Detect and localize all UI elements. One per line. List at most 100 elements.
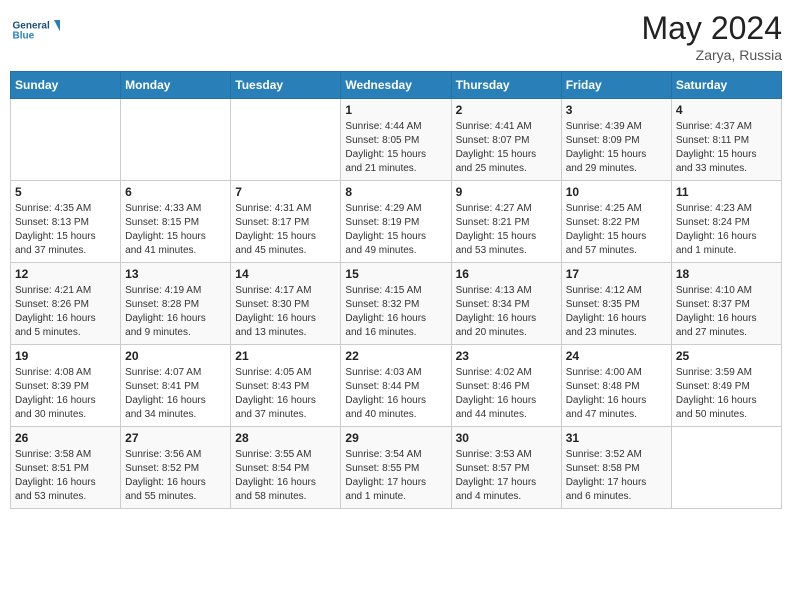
calendar-cell: 15 Sunrise: 4:15 AMSunset: 8:32 PMDayligh… — [341, 263, 451, 345]
day-info: Sunrise: 3:56 AMSunset: 8:52 PMDaylight:… — [125, 448, 226, 504]
calendar-cell: 9Sunrise: 4:27 AMSunset: 8:21 PMDaylight… — [451, 181, 561, 263]
day-number: 24 — [566, 349, 667, 363]
calendar-cell: 23 Sunrise: 4:02 AMSunset: 8:46 PMDayligh… — [451, 345, 561, 427]
calendar-cell: 3Sunrise: 4:39 AMSunset: 8:09 PMDaylight… — [561, 99, 671, 181]
day-number: 13 — [125, 267, 226, 281]
day-header-tuesday: Tuesday — [231, 72, 341, 99]
calendar-cell: 29 Sunrise: 3:54 AMSunset: 8:55 PMDayligh… — [341, 427, 451, 509]
day-number: 7 — [235, 185, 336, 199]
calendar-week-5: 26Sunrise: 3:58 AMSunset: 8:51 PMDayligh… — [11, 427, 782, 509]
svg-text:General: General — [13, 21, 50, 32]
logo-svg: General Blue — [10, 10, 60, 50]
calendar-cell: 31 Sunrise: 3:52 AMSunset: 8:58 PMDayligh… — [561, 427, 671, 509]
day-info: Sunrise: 4:21 AMSunset: 8:26 PMDaylight:… — [15, 284, 116, 340]
calendar-week-1: 1Sunrise: 4:44 AMSunset: 8:05 PMDaylight… — [11, 99, 782, 181]
day-number: 31 — [566, 431, 667, 445]
calendar-cell: 30 Sunrise: 3:53 AMSunset: 8:57 PMDayligh… — [451, 427, 561, 509]
day-info: Sunrise: 4:25 AMSunset: 8:22 PMDaylight:… — [566, 202, 667, 258]
calendar-cell — [121, 99, 231, 181]
calendar-cell: 17 Sunrise: 4:12 AMSunset: 8:35 PMDayligh… — [561, 263, 671, 345]
day-info: Sunrise: 4:31 AMSunset: 8:17 PMDaylight:… — [235, 202, 336, 258]
calendar-cell: 28 Sunrise: 3:55 AMSunset: 8:54 PMDayligh… — [231, 427, 341, 509]
calendar-cell: 2Sunrise: 4:41 AMSunset: 8:07 PMDaylight… — [451, 99, 561, 181]
calendar-cell: 26Sunrise: 3:58 AMSunset: 8:51 PMDayligh… — [11, 427, 121, 509]
calendar-cell — [231, 99, 341, 181]
day-number: 12 — [15, 267, 116, 281]
day-info: Sunrise: 4:05 AMSunset: 8:43 PMDaylight:… — [235, 366, 336, 422]
day-info: Sunrise: 4:08 AMSunset: 8:39 PMDaylight:… — [15, 366, 116, 422]
day-info: Sunrise: 4:03 AMSunset: 8:44 PMDaylight:… — [345, 366, 446, 422]
day-info: Sunrise: 3:53 AMSunset: 8:57 PMDaylight:… — [456, 448, 557, 504]
day-info: Sunrise: 4:44 AMSunset: 8:05 PMDaylight:… — [345, 120, 446, 176]
calendar-cell: 16Sunrise: 4:13 AMSunset: 8:34 PMDayligh… — [451, 263, 561, 345]
day-number: 17 — [566, 267, 667, 281]
calendar-cell: 4 Sunrise: 4:37 AMSunset: 8:11 PMDaylight… — [671, 99, 781, 181]
calendar-header-row: SundayMondayTuesdayWednesdayThursdayFrid… — [11, 72, 782, 99]
day-info: Sunrise: 4:37 AMSunset: 8:11 PMDaylight:… — [676, 120, 777, 176]
day-info: Sunrise: 4:02 AMSunset: 8:46 PMDaylight:… — [456, 366, 557, 422]
location-subtitle: Zarya, Russia — [641, 47, 782, 63]
day-header-wednesday: Wednesday — [341, 72, 451, 99]
day-number: 2 — [456, 103, 557, 117]
day-number: 25 — [676, 349, 777, 363]
day-info: Sunrise: 4:12 AMSunset: 8:35 PMDaylight:… — [566, 284, 667, 340]
day-info: Sunrise: 4:19 AMSunset: 8:28 PMDaylight:… — [125, 284, 226, 340]
day-number: 27 — [125, 431, 226, 445]
calendar-table: SundayMondayTuesdayWednesdayThursdayFrid… — [10, 71, 782, 509]
title-block: May 2024 Zarya, Russia — [641, 10, 782, 63]
calendar-cell: 12 Sunrise: 4:21 AMSunset: 8:26 PMDayligh… — [11, 263, 121, 345]
calendar-cell: 27 Sunrise: 3:56 AMSunset: 8:52 PMDayligh… — [121, 427, 231, 509]
day-number: 21 — [235, 349, 336, 363]
calendar-cell: 14 Sunrise: 4:17 AMSunset: 8:30 PMDayligh… — [231, 263, 341, 345]
day-number: 6 — [125, 185, 226, 199]
day-number: 28 — [235, 431, 336, 445]
calendar-cell: 22Sunrise: 4:03 AMSunset: 8:44 PMDayligh… — [341, 345, 451, 427]
calendar-week-4: 19 Sunrise: 4:08 AMSunset: 8:39 PMDayligh… — [11, 345, 782, 427]
day-number: 14 — [235, 267, 336, 281]
day-number: 8 — [345, 185, 446, 199]
day-info: Sunrise: 4:23 AMSunset: 8:24 PMDaylight:… — [676, 202, 777, 258]
day-info: Sunrise: 3:55 AMSunset: 8:54 PMDaylight:… — [235, 448, 336, 504]
day-info: Sunrise: 4:15 AMSunset: 8:32 PMDaylight:… — [345, 284, 446, 340]
calendar-cell: 21 Sunrise: 4:05 AMSunset: 8:43 PMDayligh… — [231, 345, 341, 427]
day-number: 26 — [15, 431, 116, 445]
day-header-thursday: Thursday — [451, 72, 561, 99]
day-header-monday: Monday — [121, 72, 231, 99]
day-number: 9 — [456, 185, 557, 199]
page-header: General Blue May 2024 Zarya, Russia — [10, 10, 782, 63]
day-number: 4 — [676, 103, 777, 117]
day-info: Sunrise: 4:33 AMSunset: 8:15 PMDaylight:… — [125, 202, 226, 258]
day-info: Sunrise: 4:10 AMSunset: 8:37 PMDaylight:… — [676, 284, 777, 340]
svg-text:Blue: Blue — [13, 31, 35, 42]
calendar-cell: 25 Sunrise: 3:59 AMSunset: 8:49 PMDayligh… — [671, 345, 781, 427]
day-number: 20 — [125, 349, 226, 363]
day-number: 29 — [345, 431, 446, 445]
day-number: 10 — [566, 185, 667, 199]
day-info: Sunrise: 3:59 AMSunset: 8:49 PMDaylight:… — [676, 366, 777, 422]
day-info: Sunrise: 4:17 AMSunset: 8:30 PMDaylight:… — [235, 284, 336, 340]
day-info: Sunrise: 3:52 AMSunset: 8:58 PMDaylight:… — [566, 448, 667, 504]
day-info: Sunrise: 3:54 AMSunset: 8:55 PMDaylight:… — [345, 448, 446, 504]
calendar-cell — [671, 427, 781, 509]
day-header-saturday: Saturday — [671, 72, 781, 99]
calendar-cell: 19 Sunrise: 4:08 AMSunset: 8:39 PMDayligh… — [11, 345, 121, 427]
day-header-sunday: Sunday — [11, 72, 121, 99]
calendar-cell: 8 Sunrise: 4:29 AMSunset: 8:19 PMDaylight… — [341, 181, 451, 263]
day-info: Sunrise: 4:29 AMSunset: 8:19 PMDaylight:… — [345, 202, 446, 258]
day-number: 16 — [456, 267, 557, 281]
day-number: 23 — [456, 349, 557, 363]
day-number: 15 — [345, 267, 446, 281]
day-header-friday: Friday — [561, 72, 671, 99]
calendar-cell — [11, 99, 121, 181]
day-number: 5 — [15, 185, 116, 199]
day-info: Sunrise: 4:39 AMSunset: 8:09 PMDaylight:… — [566, 120, 667, 176]
day-info: Sunrise: 4:00 AMSunset: 8:48 PMDaylight:… — [566, 366, 667, 422]
calendar-cell: 20 Sunrise: 4:07 AMSunset: 8:41 PMDayligh… — [121, 345, 231, 427]
calendar-cell: 11Sunrise: 4:23 AMSunset: 8:24 PMDayligh… — [671, 181, 781, 263]
day-info: Sunrise: 4:07 AMSunset: 8:41 PMDaylight:… — [125, 366, 226, 422]
logo: General Blue — [10, 10, 60, 50]
day-number: 30 — [456, 431, 557, 445]
calendar-cell: 18 Sunrise: 4:10 AMSunset: 8:37 PMDayligh… — [671, 263, 781, 345]
day-number: 18 — [676, 267, 777, 281]
day-number: 19 — [15, 349, 116, 363]
